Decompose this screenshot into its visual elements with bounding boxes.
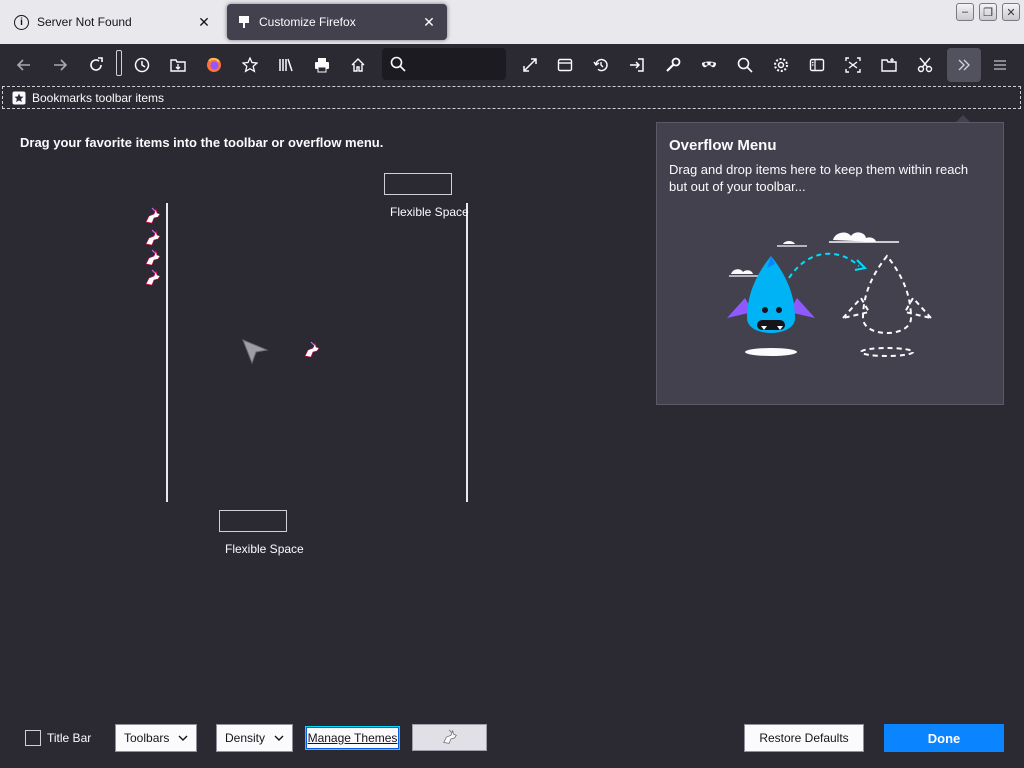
chevron-down-icon [178, 735, 188, 741]
drop-indicator-line [166, 203, 168, 502]
forward-icon[interactable] [47, 52, 73, 78]
close-window-button[interactable]: ✕ [1002, 3, 1020, 21]
unicorn-icon [145, 269, 161, 286]
find-icon[interactable] [732, 52, 758, 78]
tab-customize-firefox[interactable]: Customize Firefox ✕ [227, 4, 447, 40]
drop-indicator-line [466, 203, 468, 502]
developer-tools-icon[interactable] [660, 52, 686, 78]
unicorn-icon [145, 207, 161, 224]
restore-button[interactable]: ❐ [979, 3, 997, 21]
cut-icon[interactable] [912, 52, 938, 78]
bookmarks-toolbar[interactable]: Bookmarks toolbar items [2, 86, 1021, 109]
customize-pin-icon [239, 16, 249, 28]
history-icon[interactable] [129, 52, 155, 78]
home-icon[interactable] [345, 52, 371, 78]
overflow-menu-panel[interactable]: Overflow Menu Drag and drop items here t… [656, 122, 1004, 405]
unicorn-icon[interactable] [302, 341, 322, 361]
sidebar-icon[interactable] [804, 52, 830, 78]
flexible-space-item[interactable] [219, 510, 287, 532]
overflow-menu-title: Overflow Menu [669, 137, 777, 154]
print-icon[interactable] [309, 52, 335, 78]
history-restore-icon[interactable] [588, 52, 614, 78]
title-bar-label: Title Bar [47, 731, 92, 745]
save-page-icon[interactable] [876, 52, 902, 78]
firefox-account-icon[interactable] [201, 52, 227, 78]
navigation-toolbar [0, 44, 1024, 86]
library-icon[interactable] [273, 52, 299, 78]
fullscreen-icon[interactable] [517, 52, 543, 78]
toolbars-dropdown[interactable]: Toolbars [115, 724, 197, 752]
bookmark-star-icon [12, 91, 26, 104]
unicorn-icon [145, 229, 161, 246]
flexible-space[interactable] [116, 50, 122, 76]
tab-strip: i Server Not Found ✕ Customize Firefox ✕… [0, 0, 1024, 44]
overflow-menu-description: Drag and drop items here to keep them wi… [669, 162, 969, 194]
flexible-space-item[interactable] [384, 173, 452, 195]
reload-icon[interactable] [83, 52, 109, 78]
back-icon[interactable] [11, 52, 37, 78]
chevron-down-icon [274, 735, 284, 741]
sign-in-icon[interactable] [624, 52, 650, 78]
theme-preview-button[interactable] [412, 724, 487, 751]
manage-themes-link[interactable]: Manage Themes [305, 726, 400, 750]
info-icon: i [14, 14, 29, 30]
flexible-space-label: Flexible Space [225, 542, 304, 556]
tab-server-not-found[interactable]: i Server Not Found ✕ [4, 4, 222, 40]
palette-instruction: Drag your favorite items into the toolba… [20, 135, 384, 150]
density-dropdown[interactable]: Density [216, 724, 293, 752]
minimize-button[interactable]: ‒ [956, 3, 974, 21]
toolbars-dropdown-label: Toolbars [124, 731, 170, 745]
bookmarks-star-icon[interactable] [237, 52, 263, 78]
title-bar-checkbox[interactable] [25, 730, 41, 746]
screenshot-icon[interactable] [840, 52, 866, 78]
new-window-icon[interactable] [552, 52, 578, 78]
unicorn-icon [145, 249, 161, 266]
overflow-dragon-illustration [727, 232, 934, 357]
arrow-cursor-icon[interactable] [241, 337, 269, 365]
tab-label: Server Not Found [37, 15, 132, 29]
settings-icon[interactable] [768, 52, 794, 78]
app-menu-icon[interactable] [987, 52, 1013, 78]
search-icon [385, 51, 411, 77]
private-window-icon[interactable] [696, 52, 722, 78]
overflow-chevron-icon[interactable] [947, 48, 981, 82]
restore-defaults-button[interactable]: Restore Defaults [744, 724, 864, 752]
done-button[interactable]: Done [884, 724, 1004, 752]
bookmarks-toolbar-label: Bookmarks toolbar items [32, 90, 165, 105]
density-dropdown-label: Density [225, 731, 266, 745]
search-bar[interactable] [382, 48, 506, 80]
downloads-icon[interactable] [165, 52, 191, 78]
tab-label: Customize Firefox [259, 15, 356, 29]
close-tab-icon[interactable]: ✕ [196, 14, 212, 31]
unicorn-icon [442, 729, 457, 744]
close-tab-icon[interactable]: ✕ [421, 14, 437, 31]
flexible-space-label: Flexible Space [390, 205, 469, 219]
